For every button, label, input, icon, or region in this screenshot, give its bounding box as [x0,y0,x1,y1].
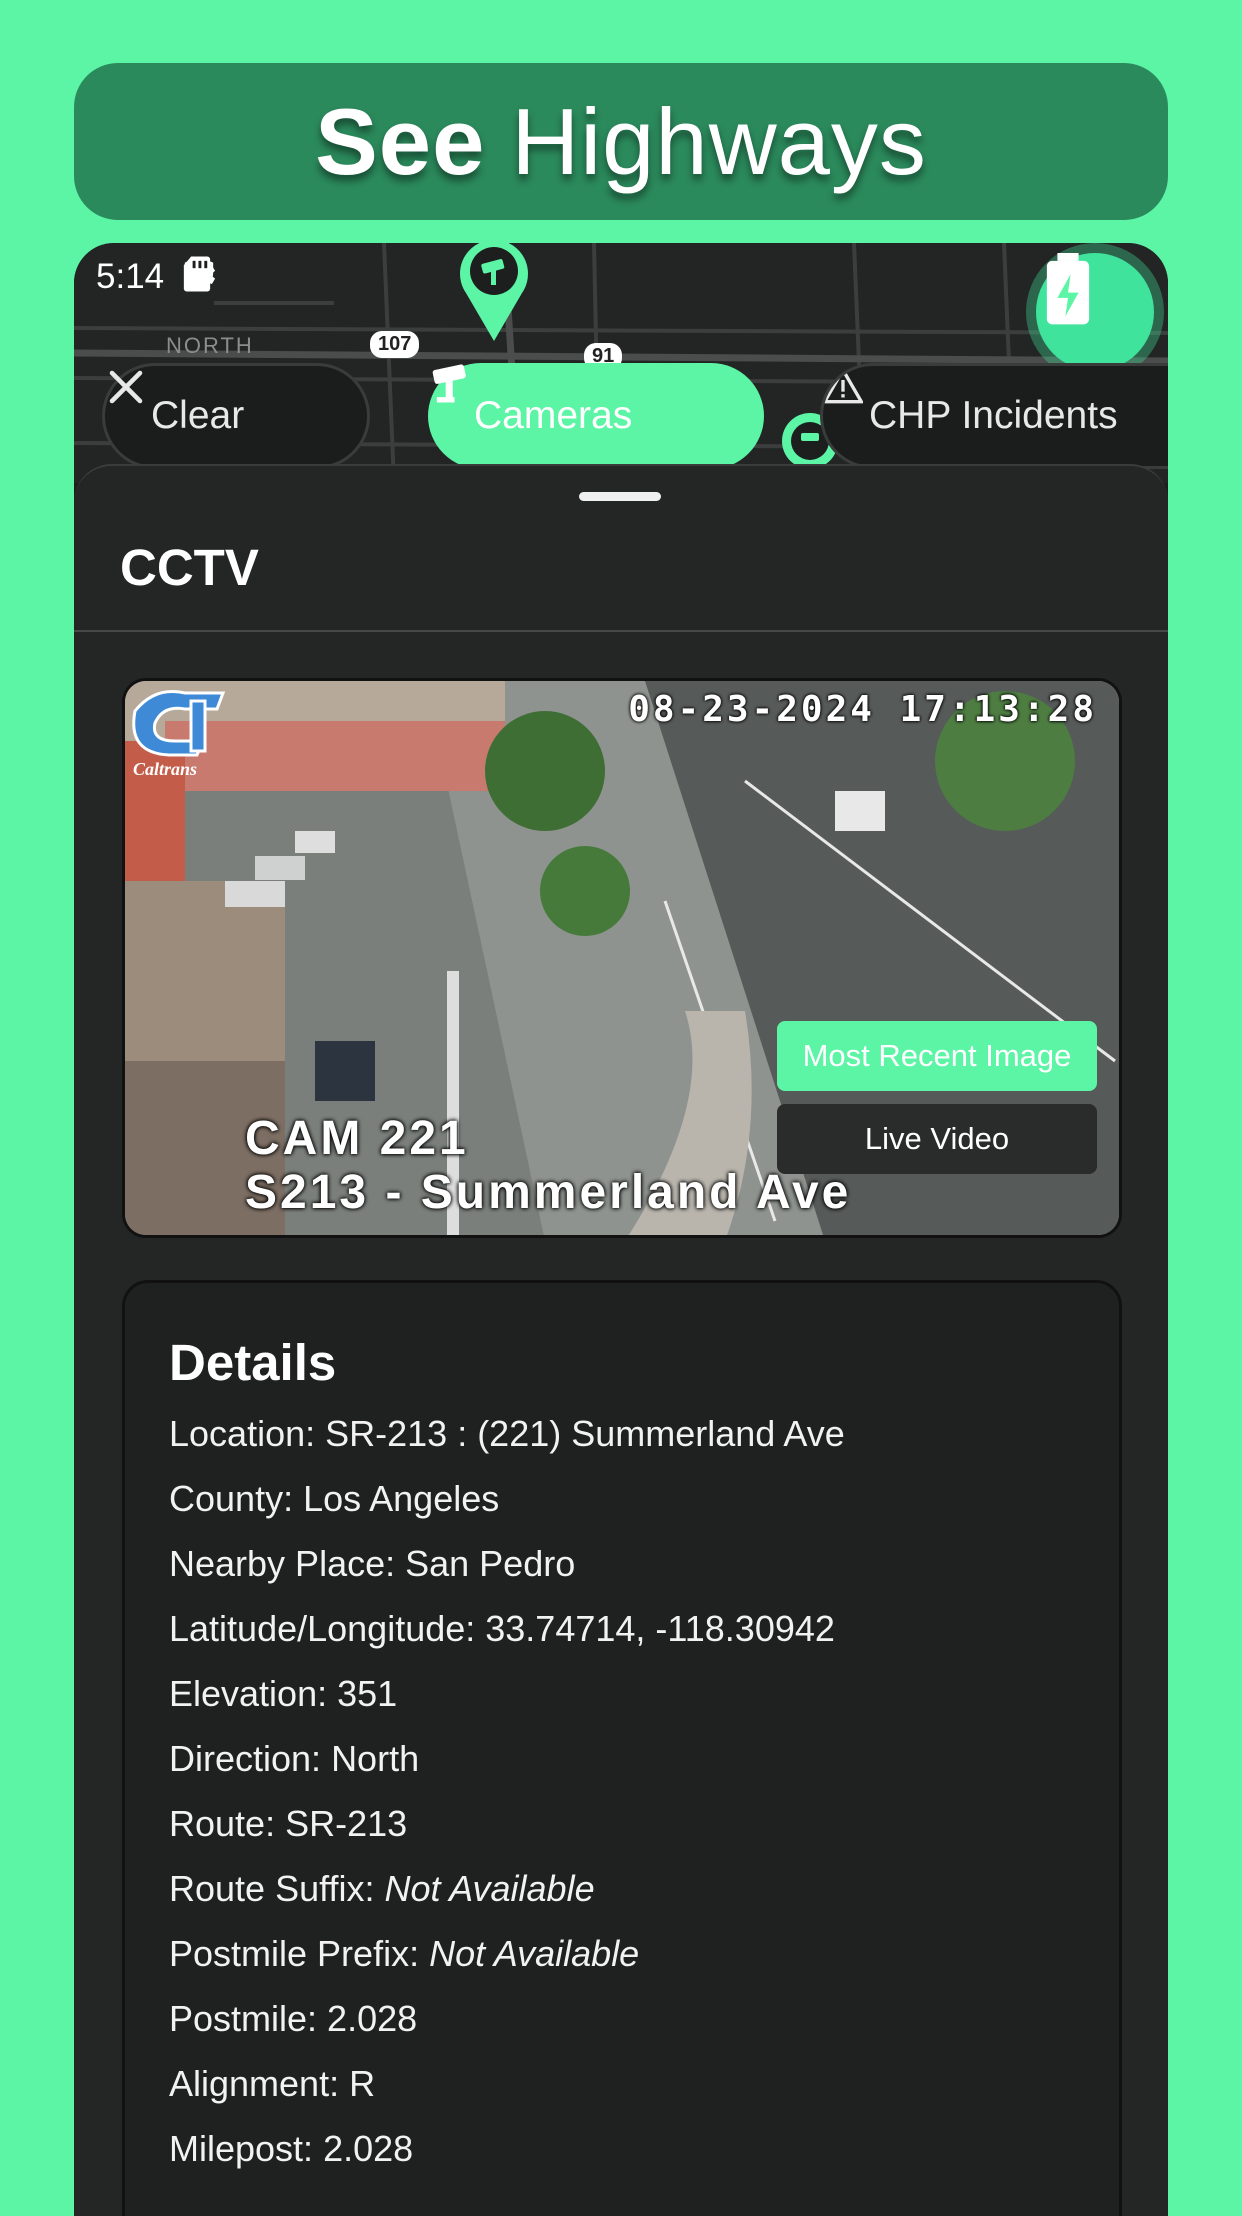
phone-screen: NORTH 107 91 5:14 Clear Cameras CHP Inci… [74,243,1168,2216]
detail-label: Nearby Place: [169,1543,406,1584]
sheet-divider [74,630,1168,632]
detail-value: San Pedro [405,1543,576,1584]
detail-row: Postmile Prefix: Not Available [169,1921,845,1986]
status-bar: 5:14 [74,243,1168,313]
live-video-button[interactable]: Live Video [777,1104,1097,1174]
detail-label: Route Suffix: [169,1868,385,1909]
chp-incidents-chip[interactable]: CHP Incidents [820,363,1168,469]
sheet-title: CCTV [120,539,259,596]
detail-value: Not Available [429,1933,640,1974]
location-fab[interactable] [1036,253,1154,371]
camera-id-overlay: CAM 221 [245,1112,469,1165]
clear-chip[interactable]: Clear [102,363,370,469]
details-title: Details [169,1334,337,1391]
detail-value: 2.028 [327,1998,418,2039]
detail-label: Location: [169,1413,326,1454]
detail-value: 351 [337,1673,398,1714]
detail-value: Los Angeles [303,1478,500,1519]
detail-label: County: [169,1478,304,1519]
detail-row: Latitude/Longitude: 33.74714, -118.30942 [169,1596,845,1661]
caltrans-logo-icon: Caltrans [132,690,226,779]
detail-value: 2.028 [323,2128,414,2169]
sd-card-icon [183,256,211,292]
route-shield-107: 107 [370,331,420,358]
detail-row: Nearby Place: San Pedro [169,1531,845,1596]
detail-value: R [349,2063,376,2104]
battery-bolt-icon [1046,253,1090,325]
detail-row: County: Los Angeles [169,1466,845,1531]
camera-location-overlay: S213 - Summerland Ave [245,1166,852,1219]
details-list: Location: SR-213 : (221) Summerland Ave C… [169,1401,845,2181]
detail-row: Route Suffix: Not Available [169,1856,845,1921]
detail-value: Not Available [384,1868,595,1909]
detail-label: Postmile: [169,1998,328,2039]
detail-row: Milepost: 2.028 [169,2116,845,2181]
cameras-chip-label: Cameras [474,394,633,437]
cameras-chip[interactable]: Cameras [428,363,764,469]
banner-text: Highways [511,88,927,194]
detail-row: Alignment: R [169,2051,845,2116]
detail-row: Postmile: 2.028 [169,1986,845,2051]
camera-timestamp: 08-23-2024 17:13:28 [628,689,1097,730]
detail-value: North [331,1738,420,1779]
promo-banner: See Highways [74,63,1168,220]
detail-value: SR-213 [285,1803,408,1844]
detail-value: SR-213 : (221) Summerland Ave [325,1413,845,1454]
detail-label: Postmile Prefix: [169,1933,430,1974]
status-time: 5:14 [96,257,165,296]
map-label-north: NORTH [166,333,254,358]
close-icon [109,370,143,404]
details-card: Details Location: SR-213 : (221) Summerl… [122,1280,1122,2216]
detail-label: Milepost: [169,2128,324,2169]
detail-label: Direction: [169,1738,332,1779]
sheet-drag-handle[interactable] [579,492,661,501]
camera-image-card[interactable]: 08-23-2024 17:13:28 Caltrans CAM 221 S21… [122,678,1122,1238]
most-recent-image-button[interactable]: Most Recent Image [777,1021,1097,1091]
clear-chip-label: Clear [151,394,245,437]
chp-chip-label: CHP Incidents [869,394,1118,437]
detail-label: Route: [169,1803,286,1844]
detail-row: Direction: North [169,1726,845,1791]
cctv-camera-icon [432,364,466,403]
detail-row: Route: SR-213 [169,1791,845,1856]
banner-bold-text: See [315,88,486,194]
bottom-sheet: CCTV 08-23-2024 17:13:28 Caltrans CAM 22… [74,464,1168,2216]
detail-label: Latitude/Longitude: [169,1608,486,1649]
svg-text:Caltrans: Caltrans [133,759,197,779]
detail-label: Elevation: [169,1673,338,1714]
detail-row: Elevation: 351 [169,1661,845,1726]
detail-row: Location: SR-213 : (221) Summerland Ave [169,1401,845,1466]
detail-value: 33.74714, -118.30942 [485,1608,835,1649]
warning-icon [823,366,863,404]
map-view[interactable]: NORTH 107 91 5:14 Clear Cameras CHP Inci… [74,243,1168,483]
detail-label: Alignment: [169,2063,350,2104]
